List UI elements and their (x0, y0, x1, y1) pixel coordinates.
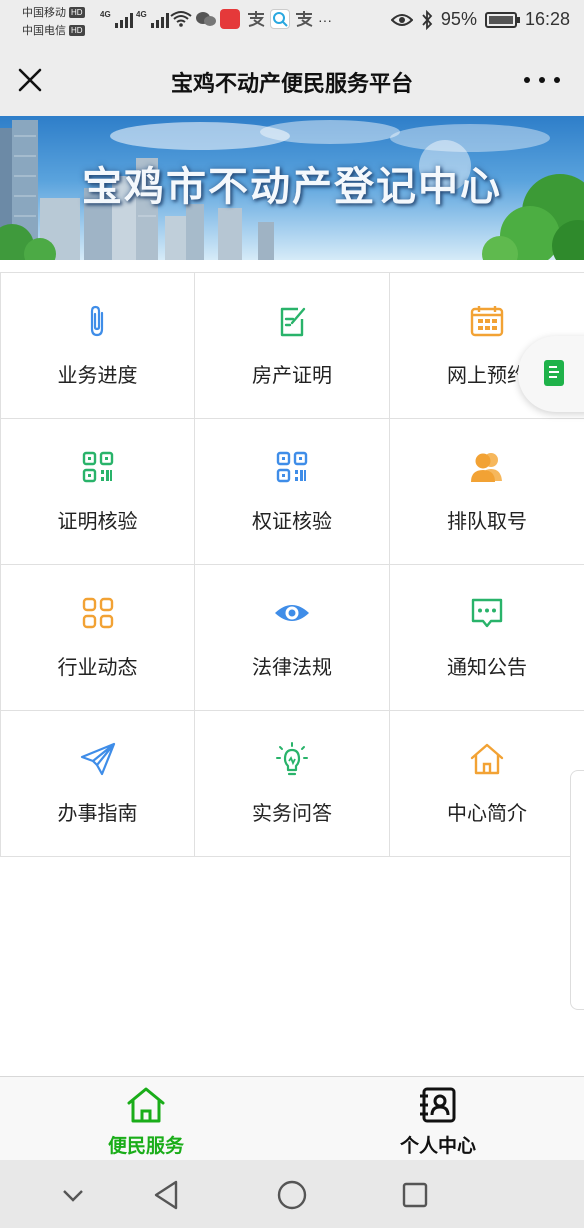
eye-icon (274, 595, 310, 631)
signal-icon: 4G (100, 10, 133, 28)
service-guide[interactable]: 办事指南 (1, 711, 195, 857)
app-notification-icon (220, 9, 240, 29)
chevron-down-icon (63, 1190, 83, 1202)
recent-apps-button[interactable] (398, 1178, 432, 1212)
service-label: 行业动态 (57, 657, 138, 679)
service-label: 房产证明 (252, 365, 332, 387)
eye-comfort-icon (390, 13, 413, 26)
back-button[interactable] (150, 1178, 184, 1212)
battery-percent: 95% (440, 9, 477, 29)
alipay-icon (246, 10, 266, 34)
banner: 宝鸡市不动产登记中心 (0, 116, 584, 260)
paper-plane-icon (80, 741, 116, 777)
service-label: 法律法规 (252, 657, 332, 679)
lightbulb-icon (274, 741, 310, 777)
search-app-icon (270, 9, 290, 29)
signal-icon: 4G (136, 10, 169, 28)
contact-book-icon (418, 1085, 458, 1125)
tab-convenience-services[interactable]: 便民服务 (0, 1077, 292, 1161)
bottom-tab-bar: 便民服务 个人中心 (0, 1076, 584, 1160)
recent-apps-icon (402, 1182, 428, 1208)
alipay-icon (294, 10, 314, 34)
document-icon (544, 360, 564, 386)
home-circle-icon (277, 1180, 307, 1210)
side-drawer-handle[interactable] (570, 770, 584, 1010)
qr-code-icon (274, 449, 310, 485)
service-label: 业务进度 (57, 365, 138, 387)
clock: 16:28 (524, 9, 570, 29)
network-type-2: 4G (136, 10, 147, 19)
carrier-1: 中国移动 (22, 7, 66, 19)
wechat-icon (195, 10, 217, 34)
carrier-2: 中国电信 (22, 25, 66, 37)
battery-icon (484, 11, 520, 28)
edit-document-icon (274, 303, 310, 339)
bluetooth-icon (422, 9, 433, 30)
message-icon (469, 595, 505, 631)
service-grid: 业务进度 房产证明 网上预约 证明核验 权证核验 排队取号 行业动态 法律法规 … (0, 272, 584, 857)
title-bar: 宝鸡不动产便民服务平台 (0, 44, 584, 116)
network-type-1: 4G (100, 10, 111, 19)
service-center-intro[interactable]: 中心简介 (390, 711, 584, 857)
service-label: 中心简介 (447, 803, 527, 825)
back-triangle-icon (154, 1180, 178, 1210)
service-business-progress[interactable]: 业务进度 (1, 273, 195, 419)
more-notifications-icon: ··· (318, 12, 332, 28)
service-label: 排队取号 (447, 511, 527, 533)
more-menu-button[interactable] (524, 70, 560, 90)
service-title-verify[interactable]: 权证核验 (195, 419, 390, 565)
hd-badge-1: HD (69, 7, 85, 18)
carrier-info: 中国移动 HD 中国电信 HD (22, 4, 85, 40)
service-label: 证明核验 (57, 511, 138, 533)
collapse-chevron-button[interactable] (56, 1178, 90, 1212)
grid-icon (80, 595, 116, 631)
home-button[interactable] (275, 1178, 309, 1212)
service-label: 办事指南 (57, 803, 138, 825)
home-icon (126, 1085, 166, 1125)
users-icon (469, 449, 505, 485)
page-title: 宝鸡不动产便民服务平台 (170, 71, 413, 96)
service-label: 实务问答 (252, 803, 332, 825)
service-label: 权证核验 (252, 511, 332, 533)
service-notices[interactable]: 通知公告 (390, 565, 584, 711)
floating-side-button[interactable] (518, 336, 584, 412)
service-certificate-verify[interactable]: 证明核验 (1, 419, 195, 565)
service-queue-number[interactable]: 排队取号 (390, 419, 584, 565)
tab-personal-center[interactable]: 个人中心 (292, 1077, 584, 1161)
status-right: 95% 16:28 (390, 9, 570, 30)
home-icon (469, 741, 505, 777)
wifi-icon (170, 10, 192, 34)
paperclip-icon (80, 303, 116, 339)
service-property-certificate[interactable]: 房产证明 (195, 273, 390, 419)
service-laws-regulations[interactable]: 法律法规 (195, 565, 390, 711)
qr-code-icon (80, 449, 116, 485)
banner-title: 宝鸡市不动产登记中心 (82, 164, 502, 209)
service-label: 通知公告 (447, 657, 527, 679)
tab-label: 便民服务 (107, 1136, 184, 1157)
service-qa[interactable]: 实务问答 (195, 711, 390, 857)
hd-badge-2: HD (69, 25, 85, 36)
tab-label: 个人中心 (399, 1136, 476, 1157)
status-bar: 中国移动 HD 中国电信 HD 4G 4G ··· 95% 16:28 (0, 0, 584, 44)
service-industry-news[interactable]: 行业动态 (1, 565, 195, 711)
system-navigation-bar (0, 1160, 584, 1228)
calendar-icon (469, 303, 505, 339)
